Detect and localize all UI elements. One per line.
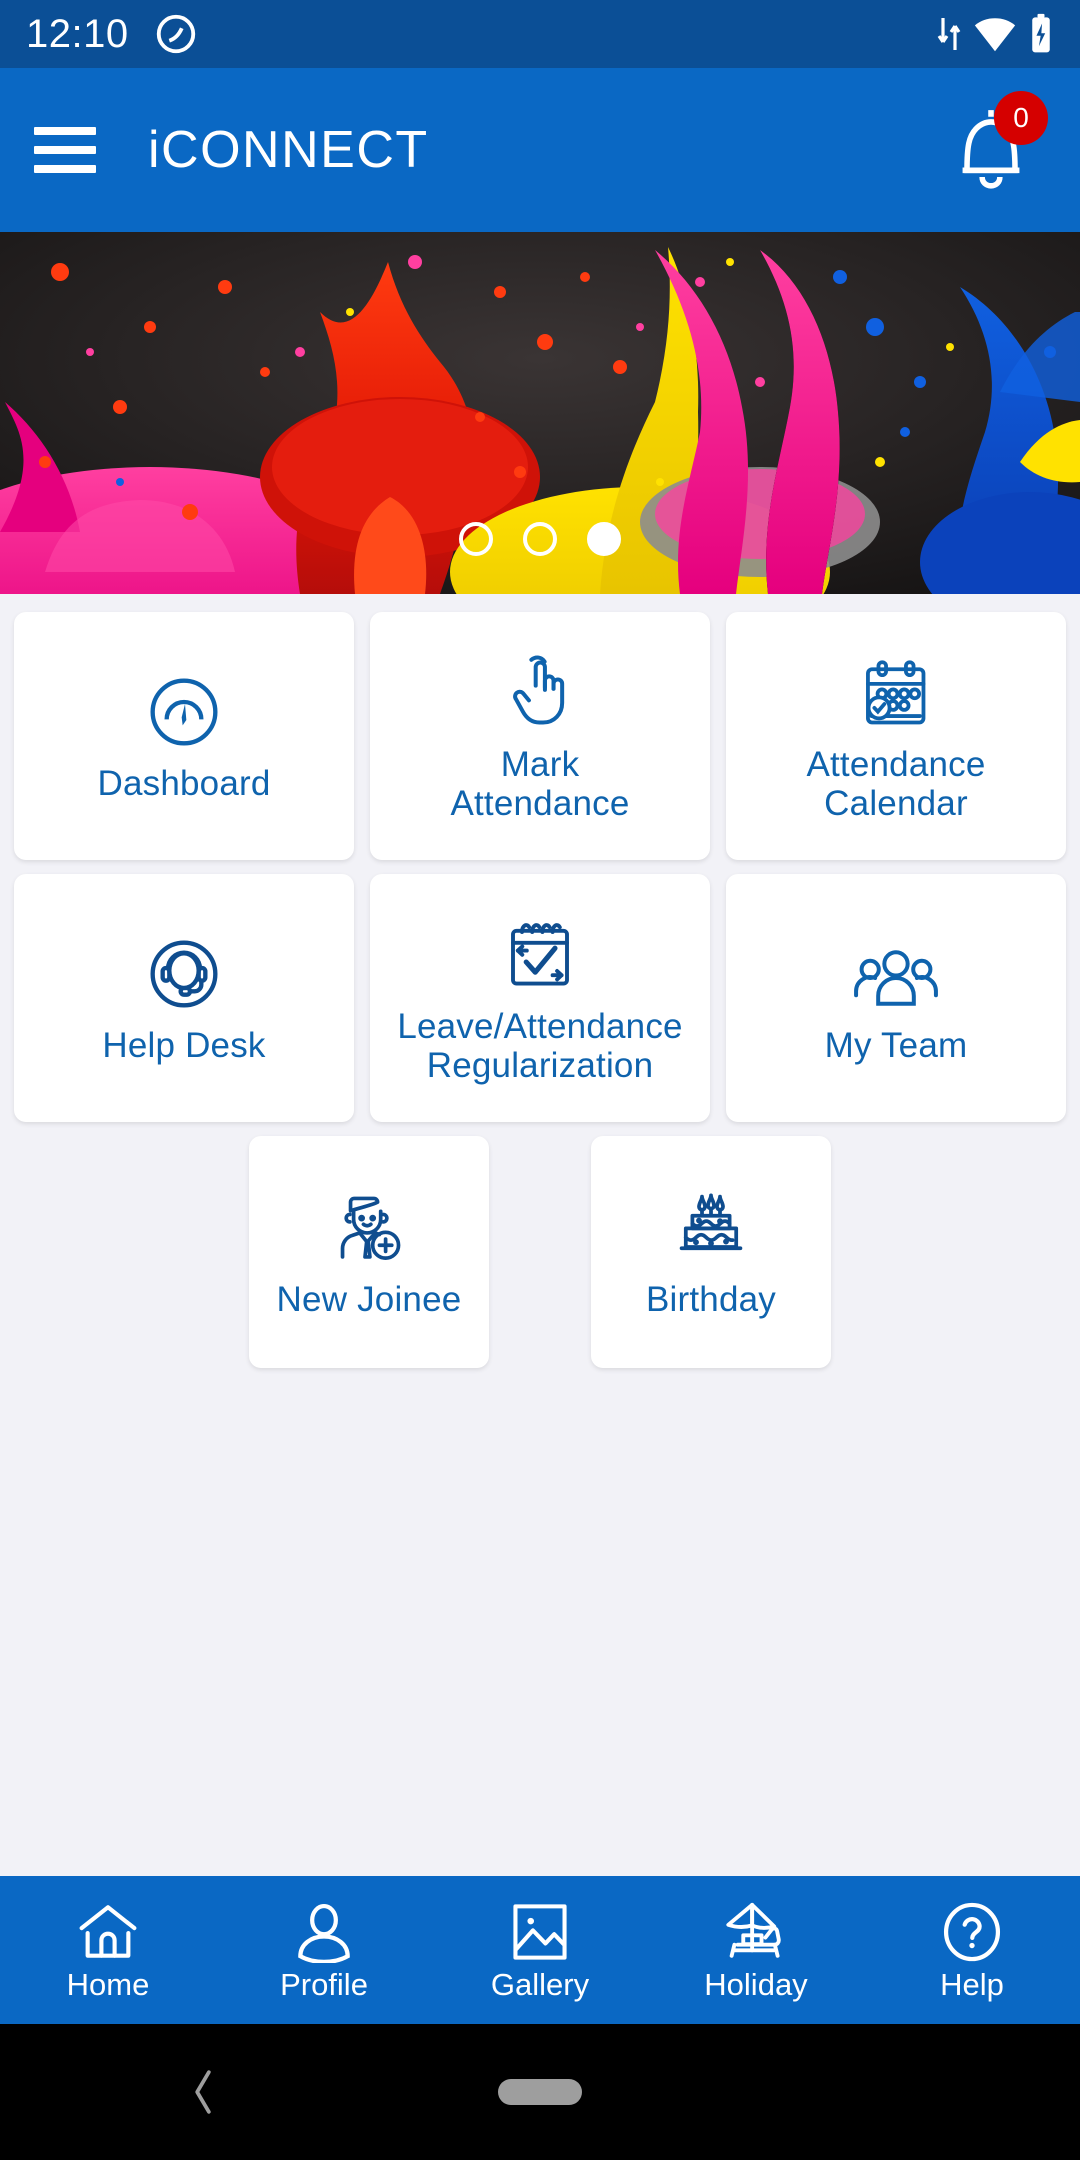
wifi-icon	[974, 18, 1016, 52]
data-transfer-icon	[937, 18, 961, 50]
nav-item-label: Profile	[280, 1966, 368, 2002]
menu-card-my-team[interactable]: My Team	[726, 874, 1066, 1122]
menu-card-label: Help Desk	[102, 1026, 266, 1066]
nav-item-label: Home	[66, 1966, 150, 2002]
carousel-dot-1[interactable]	[459, 522, 493, 556]
menu-card-mark-attendance[interactable]: Mark Attendance	[370, 612, 710, 860]
menu-grid: Dashboard Mark Attendance Attendance Cal…	[0, 594, 1080, 1876]
hamburger-menu-icon[interactable]	[34, 127, 96, 173]
menu-card-help-desk[interactable]: Help Desk	[14, 874, 354, 1122]
menu-card-label: New Joinee	[276, 1280, 462, 1320]
calendar-approve-icon	[501, 911, 579, 995]
home-pill-indicator[interactable]	[498, 2079, 582, 2105]
nav-item-holiday[interactable]: Holiday	[648, 1901, 864, 2000]
carousel-dot-2[interactable]	[523, 522, 557, 556]
question-circle-icon	[943, 1902, 1001, 1961]
people-group-icon	[853, 930, 939, 1014]
person-icon	[298, 1903, 350, 1963]
nav-item-home[interactable]: Home	[0, 1901, 216, 2000]
carousel-dot-3[interactable]	[587, 522, 621, 556]
calendar-check-icon	[857, 649, 935, 733]
beach-umbrella-icon	[726, 1902, 781, 1958]
page-title: iCONNECT	[148, 121, 429, 179]
hero-carousel[interactable]	[0, 232, 1080, 594]
status-bar-clock: 12:10	[26, 12, 129, 56]
android-navigation-bar	[0, 2024, 1080, 2160]
menu-card-label: Dashboard	[97, 764, 271, 804]
battery-charging-icon	[1032, 13, 1050, 53]
status-bar: 12:10	[0, 0, 1080, 68]
headset-support-icon	[144, 930, 224, 1014]
menu-card-attendance-calendar[interactable]: Attendance Calendar	[726, 612, 1066, 860]
status-bar-icons	[936, 13, 1054, 55]
carousel-dots[interactable]	[0, 522, 1080, 556]
nav-item-profile[interactable]: Profile	[216, 1901, 432, 2000]
nav-item-label: Gallery	[490, 1966, 590, 2002]
birthday-cake-icon	[672, 1184, 750, 1268]
home-icon	[79, 1904, 137, 1958]
menu-card-birthday[interactable]: Birthday	[591, 1136, 831, 1368]
menu-card-label: Attendance Calendar	[806, 744, 986, 823]
notification-badge: 0	[994, 91, 1048, 145]
menu-row-3: New Joinee Birthday	[14, 1136, 1066, 1368]
tap-hand-icon	[501, 649, 579, 733]
menu-row-1: Dashboard Mark Attendance Attendance Cal…	[14, 612, 1066, 860]
menu-card-leave-regularization[interactable]: Leave/Attendance Regularization	[370, 874, 710, 1122]
circle-slash-icon	[153, 11, 199, 57]
bottom-navigation: Home Profile Gallery Holiday Help	[0, 1876, 1080, 2024]
menu-card-label: Birthday	[646, 1280, 776, 1320]
new-employee-icon	[329, 1184, 409, 1268]
app-bar: iCONNECT 0	[0, 68, 1080, 232]
back-chevron-icon[interactable]	[186, 2064, 220, 2120]
nav-item-label: Holiday	[704, 1966, 808, 2002]
speedometer-icon	[144, 668, 224, 752]
app-screen: 12:10 iCONNECT 0 Dashboard Mark Attendan…	[0, 0, 1080, 2160]
menu-card-label: My Team	[824, 1026, 968, 1066]
menu-card-label: Mark Attendance	[450, 744, 630, 823]
nav-item-help[interactable]: Help	[864, 1901, 1080, 2000]
menu-card-dashboard[interactable]: Dashboard	[14, 612, 354, 860]
nav-item-label: Help	[940, 1966, 1004, 2002]
menu-row-2: Help Desk Leave/Attendance Regularizatio…	[14, 874, 1066, 1122]
nav-item-gallery[interactable]: Gallery	[432, 1901, 648, 2000]
menu-card-label: Leave/Attendance Regularization	[397, 1006, 683, 1085]
image-icon	[513, 1903, 567, 1960]
notification-button[interactable]: 0	[936, 91, 1048, 205]
menu-card-new-joinee[interactable]: New Joinee	[249, 1136, 489, 1368]
